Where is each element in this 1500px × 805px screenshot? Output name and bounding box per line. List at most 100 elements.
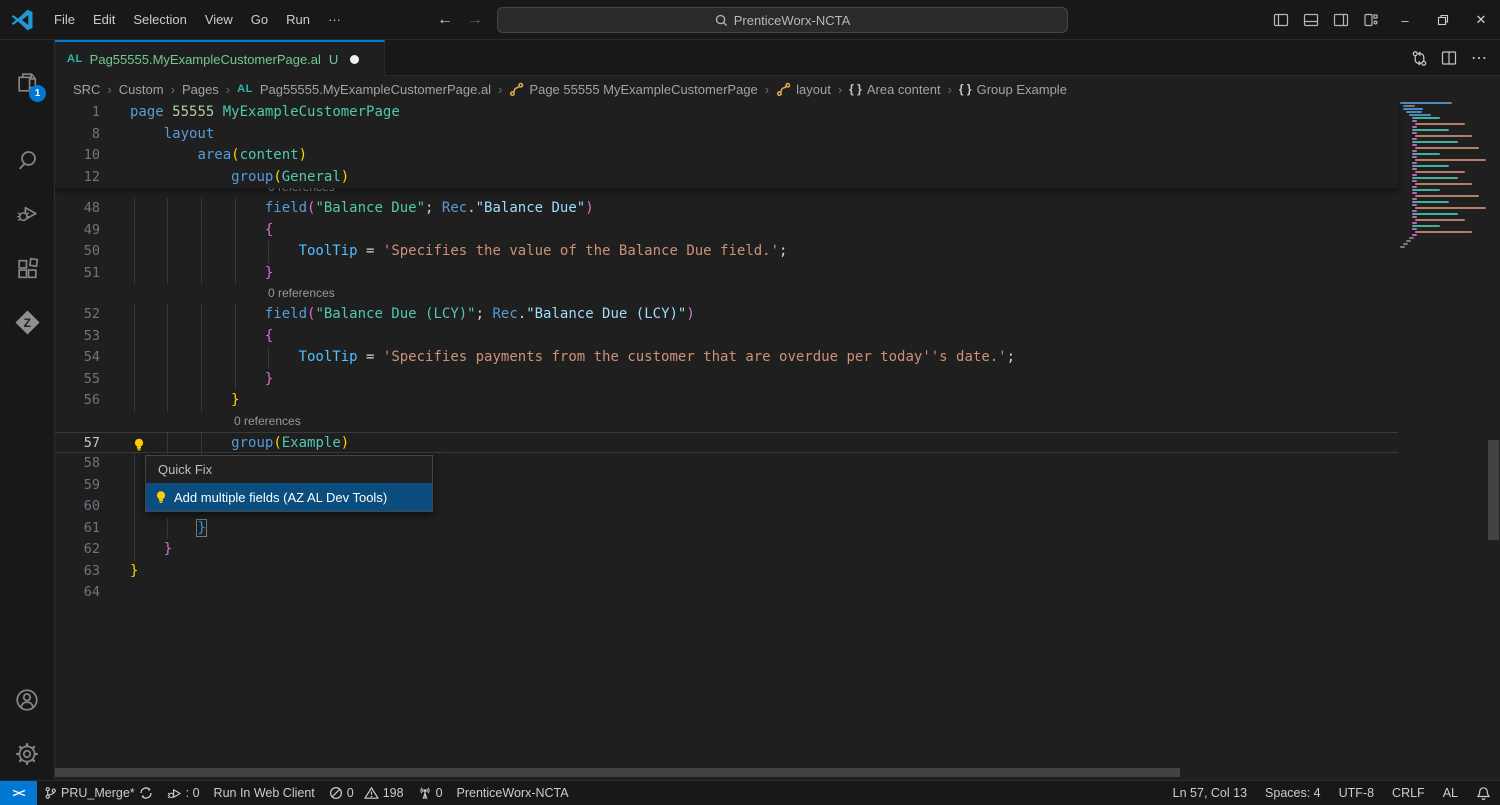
menu-selection[interactable]: Selection (124, 0, 195, 40)
accounts-icon[interactable] (0, 676, 54, 724)
line-number[interactable]: 54 (55, 347, 100, 369)
line-number[interactable]: 64 (55, 582, 100, 604)
breadcrumb-item[interactable]: ALPag55555.MyExampleCustomerPage.al (237, 82, 491, 97)
line-number[interactable]: 10 (55, 145, 100, 167)
menu-file[interactable]: File (45, 0, 84, 40)
code-line[interactable]: 61 } (55, 518, 1398, 540)
close-icon[interactable]: ✕ (1462, 0, 1500, 40)
restore-icon[interactable] (1424, 0, 1462, 40)
codelens-references[interactable]: 0 references (55, 412, 1398, 432)
eol-item[interactable]: CRLF (1383, 781, 1434, 805)
menu-go[interactable]: Go (242, 0, 277, 40)
tab-modified-dot-icon[interactable] (350, 55, 359, 64)
ports-item[interactable]: 0 (411, 781, 450, 805)
menu-edit[interactable]: Edit (84, 0, 124, 40)
split-editor-icon[interactable] (1434, 40, 1464, 76)
breadcrumb-item[interactable]: Custom (119, 82, 164, 97)
nav-forward-icon[interactable]: → (462, 0, 488, 40)
sticky-code-line[interactable]: 8 layout (55, 124, 1398, 146)
language-mode-item[interactable]: AL (1434, 781, 1467, 805)
search-view-icon[interactable] (0, 136, 54, 184)
settings-gear-icon[interactable] (0, 730, 54, 778)
breadcrumb-item[interactable]: Pages (182, 82, 219, 97)
more-actions-icon[interactable]: ⋯ (1464, 40, 1494, 76)
line-number[interactable]: 59 (55, 475, 100, 497)
line-number[interactable]: 63 (55, 561, 100, 583)
breadcrumb-item[interactable]: Page 55555 MyExampleCustomerPage (509, 82, 757, 97)
project-config-item[interactable]: PrenticeWorx-NCTA (450, 781, 576, 805)
menu-[interactable]: ··· (319, 0, 350, 40)
cursor-position-item[interactable]: Ln 57, Col 13 (1164, 781, 1256, 805)
line-number[interactable]: 61 (55, 518, 100, 540)
breadcrumb-item[interactable]: { }Area content (849, 82, 940, 97)
line-number[interactable]: 48 (55, 198, 100, 220)
code-line[interactable]: 48 field("Balance Due"; Rec."Balance Due… (55, 198, 1398, 220)
horizontal-scrollbar-thumb[interactable] (55, 768, 1180, 777)
git-branch-item[interactable]: PRU_Merge* (37, 781, 160, 805)
line-number[interactable]: 58 (55, 453, 100, 475)
run-in-web-client-button[interactable]: Run In Web Client (207, 781, 322, 805)
nav-back-icon[interactable]: ← (432, 0, 458, 40)
encoding-item[interactable]: UTF-8 (1330, 781, 1383, 805)
line-number[interactable]: 62 (55, 539, 100, 561)
breadcrumb-item[interactable]: SRC (73, 82, 100, 97)
breadcrumb-item[interactable]: layout (776, 82, 831, 97)
line-number[interactable]: 51 (55, 263, 100, 285)
code-line[interactable]: 50 ToolTip = 'Specifies the value of the… (55, 241, 1398, 263)
code-line[interactable]: 49 { (55, 220, 1398, 242)
code-line[interactable]: 53 { (55, 326, 1398, 348)
code-line-text: ToolTip = 'Specifies the value of the Ba… (130, 241, 787, 263)
code-line[interactable]: 54 ToolTip = 'Specifies payments from th… (55, 347, 1398, 369)
indentation-item[interactable]: Spaces: 4 (1256, 781, 1330, 805)
az-al-dev-tools-icon[interactable]: Z (0, 298, 54, 346)
line-number[interactable]: 57 (55, 433, 100, 455)
codelens-references[interactable]: 0 references (55, 284, 1398, 304)
problems-item[interactable]: 0 198 (322, 781, 411, 805)
line-number[interactable]: 50 (55, 241, 100, 263)
sticky-code-line[interactable]: 1page 55555 MyExampleCustomerPage (55, 102, 1398, 124)
code-line[interactable]: 62 } (55, 539, 1398, 561)
extensions-icon[interactable] (0, 244, 54, 292)
minimize-icon[interactable]: – (1386, 0, 1424, 40)
line-number[interactable]: 56 (55, 390, 100, 412)
line-number[interactable]: 60 (55, 496, 100, 518)
toggle-panel-icon[interactable] (1296, 0, 1326, 40)
line-number[interactable]: 49 (55, 220, 100, 242)
breadcrumb-item[interactable]: { }Group Example (959, 82, 1067, 97)
debug-status-item[interactable]: : 0 (160, 781, 207, 805)
sticky-code-line[interactable]: 10 area(content) (55, 145, 1398, 167)
code-line-text: group(General) (130, 167, 349, 189)
code-line[interactable]: 55 } (55, 369, 1398, 391)
compare-changes-icon[interactable] (1404, 40, 1434, 76)
menu-view[interactable]: View (196, 0, 242, 40)
code-line-text: field("Balance Due"; Rec."Balance Due") (130, 198, 594, 220)
remote-indicator[interactable]: >< (0, 781, 37, 805)
toggle-secondary-sidebar-icon[interactable] (1326, 0, 1356, 40)
code-line[interactable]: 57 group(Example) (55, 432, 1398, 454)
command-center-search[interactable]: PrenticeWorx-NCTA (497, 7, 1068, 33)
menu-run[interactable]: Run (277, 0, 319, 40)
sticky-code-line[interactable]: 12 group(General) (55, 167, 1398, 189)
code-line[interactable]: 56 } (55, 390, 1398, 412)
explorer-icon[interactable]: 1 (0, 58, 54, 106)
vertical-scrollbar-thumb[interactable] (1488, 440, 1499, 540)
code-line[interactable]: 51 } (55, 263, 1398, 285)
code-line[interactable]: 52 field("Balance Due (LCY)"; Rec."Balan… (55, 304, 1398, 326)
line-number[interactable]: 1 (55, 102, 100, 124)
line-number[interactable]: 53 (55, 326, 100, 348)
customize-layout-icon[interactable] (1356, 0, 1386, 40)
tab-active-file[interactable]: AL Pag55555.MyExampleCustomerPage.al U (55, 40, 385, 76)
run-debug-icon[interactable] (0, 189, 54, 237)
notifications-bell-icon[interactable] (1467, 781, 1500, 805)
line-number[interactable]: 12 (55, 167, 100, 189)
quick-fix-item[interactable]: Add multiple fields (AZ AL Dev Tools) (146, 483, 432, 511)
code-line[interactable]: 63} (55, 561, 1398, 583)
code-line[interactable]: 64 (55, 582, 1398, 604)
vertical-scrollbar[interactable] (1486, 102, 1500, 780)
code-editor[interactable]: 0 references 48 field("Balance Due"; Rec.… (55, 102, 1500, 780)
line-number[interactable]: 55 (55, 369, 100, 391)
line-number[interactable]: 8 (55, 124, 100, 146)
line-number[interactable]: 52 (55, 304, 100, 326)
toggle-sidebar-icon[interactable] (1266, 0, 1296, 40)
minimap[interactable] (1400, 102, 1486, 780)
